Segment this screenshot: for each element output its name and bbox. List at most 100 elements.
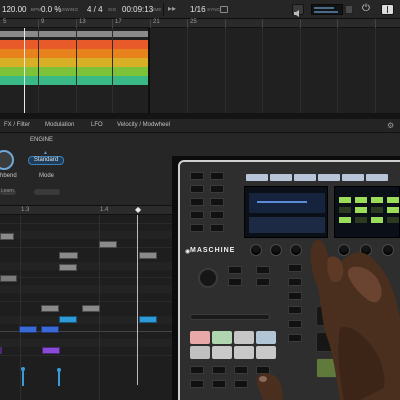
layout-icon[interactable] xyxy=(381,4,394,15)
lock-icon[interactable] xyxy=(220,6,228,13)
tab-lfo[interactable]: LFO xyxy=(91,122,103,128)
note[interactable] xyxy=(139,252,157,259)
pad[interactable] xyxy=(234,346,254,359)
clip-track-2[interactable] xyxy=(0,49,148,58)
display-button[interactable] xyxy=(270,174,292,181)
forward-icon[interactable]: ▸▸ xyxy=(168,4,176,13)
velocity-bar[interactable] xyxy=(22,369,24,386)
main-encoder[interactable] xyxy=(198,268,218,288)
velocity-bar[interactable] xyxy=(58,370,60,386)
tab-fx-filter[interactable]: FX / Filter xyxy=(4,122,30,128)
hardware-button[interactable] xyxy=(212,366,226,374)
display-button[interactable] xyxy=(246,174,268,181)
hardware-button[interactable] xyxy=(190,172,204,180)
piano-roll-ruler[interactable]: 1.3 1.4 ◆ xyxy=(0,205,182,215)
note[interactable] xyxy=(41,326,59,333)
key-line xyxy=(0,301,182,302)
note[interactable] xyxy=(139,316,157,323)
tab-modulation[interactable]: Modulation xyxy=(45,122,74,128)
note[interactable] xyxy=(82,305,100,312)
hardware-button[interactable] xyxy=(190,224,204,232)
pad[interactable] xyxy=(212,346,232,359)
scene-bar[interactable] xyxy=(0,31,148,37)
display-line xyxy=(257,201,307,203)
volume-handle[interactable] xyxy=(345,5,353,14)
pad[interactable] xyxy=(190,331,210,344)
hardware-button[interactable] xyxy=(234,380,248,388)
hardware-button[interactable] xyxy=(190,366,204,374)
note[interactable] xyxy=(41,305,59,312)
toggle-button[interactable] xyxy=(34,189,60,195)
arrange-area[interactable] xyxy=(0,28,400,113)
pad[interactable] xyxy=(190,346,210,359)
note[interactable] xyxy=(0,347,2,354)
note[interactable] xyxy=(0,233,14,240)
tempo-unit: BPM xyxy=(31,7,42,12)
piano-roll[interactable] xyxy=(0,215,182,400)
hardware-button[interactable] xyxy=(210,198,224,206)
hardware-button[interactable] xyxy=(210,224,224,232)
note[interactable] xyxy=(19,326,37,333)
loop-end-marker-icon[interactable]: ◆ xyxy=(135,205,141,214)
hardware-button[interactable] xyxy=(190,211,204,219)
encoder-knob[interactable] xyxy=(270,244,282,256)
note[interactable] xyxy=(59,252,78,259)
hardware-button[interactable] xyxy=(190,185,204,193)
note[interactable] xyxy=(0,275,17,282)
pad[interactable] xyxy=(234,331,254,344)
hardware-button[interactable] xyxy=(190,380,204,388)
signature-value[interactable]: 4 / 4 xyxy=(87,5,103,14)
bar-number: 21 xyxy=(153,19,160,25)
encoder-knob[interactable] xyxy=(250,244,262,256)
velocity-handle[interactable] xyxy=(57,368,61,372)
hardware-button[interactable] xyxy=(210,211,224,219)
grid-line xyxy=(112,28,113,113)
hardware-button[interactable] xyxy=(210,172,224,180)
display-button[interactable] xyxy=(318,174,340,181)
note[interactable] xyxy=(59,264,77,271)
clip-track-4[interactable] xyxy=(0,67,148,76)
power-icon[interactable]: ⏻ xyxy=(362,3,370,14)
clip-track-1[interactable] xyxy=(0,40,148,49)
display-button[interactable] xyxy=(294,174,316,181)
playhead[interactable] xyxy=(24,28,25,113)
note[interactable] xyxy=(99,241,117,248)
mode-selector[interactable]: Standard xyxy=(28,156,64,165)
speaker-icon[interactable] xyxy=(292,4,304,17)
ruler-tick xyxy=(38,19,39,28)
clip-track-5[interactable] xyxy=(0,76,148,85)
note[interactable] xyxy=(59,316,77,323)
pad[interactable] xyxy=(212,331,232,344)
hardware-button[interactable] xyxy=(256,266,270,274)
grid-line xyxy=(375,28,376,113)
grid-line xyxy=(300,28,301,113)
tempo-value[interactable]: 120.00 xyxy=(2,5,26,14)
hardware-button[interactable] xyxy=(256,278,270,286)
display-button[interactable] xyxy=(342,174,364,181)
hand-image xyxy=(310,239,400,400)
arrange-ruler[interactable]: 5 9 13 17 21 25 xyxy=(0,19,400,28)
display-button[interactable] xyxy=(366,174,388,181)
velocity-handle[interactable] xyxy=(21,367,25,371)
display-cell xyxy=(371,207,383,213)
learn-button[interactable]: Learn xyxy=(0,188,16,195)
hardware-button[interactable] xyxy=(234,366,248,374)
pad[interactable] xyxy=(256,346,276,359)
settings-icon[interactable]: ⚙ xyxy=(387,121,394,130)
smart-strip[interactable] xyxy=(190,314,270,320)
hardware-button[interactable] xyxy=(212,380,226,388)
display-cell xyxy=(355,207,367,213)
tab-velocity-modwheel[interactable]: Velocity / Modwheel xyxy=(117,122,170,128)
pad[interactable] xyxy=(256,331,276,344)
hardware-button[interactable] xyxy=(190,198,204,206)
hardware-button[interactable] xyxy=(228,266,242,274)
note[interactable] xyxy=(42,347,60,354)
display-cell xyxy=(355,217,367,223)
swing-value[interactable]: 0.0 % xyxy=(41,5,61,14)
hardware-button[interactable] xyxy=(210,185,224,193)
hardware-button[interactable] xyxy=(228,278,242,286)
loop-end-line[interactable] xyxy=(137,215,138,385)
grid-value[interactable]: 1/16 xyxy=(190,5,206,14)
clip-track-3[interactable] xyxy=(0,58,148,67)
bar-number: 9 xyxy=(41,19,45,25)
